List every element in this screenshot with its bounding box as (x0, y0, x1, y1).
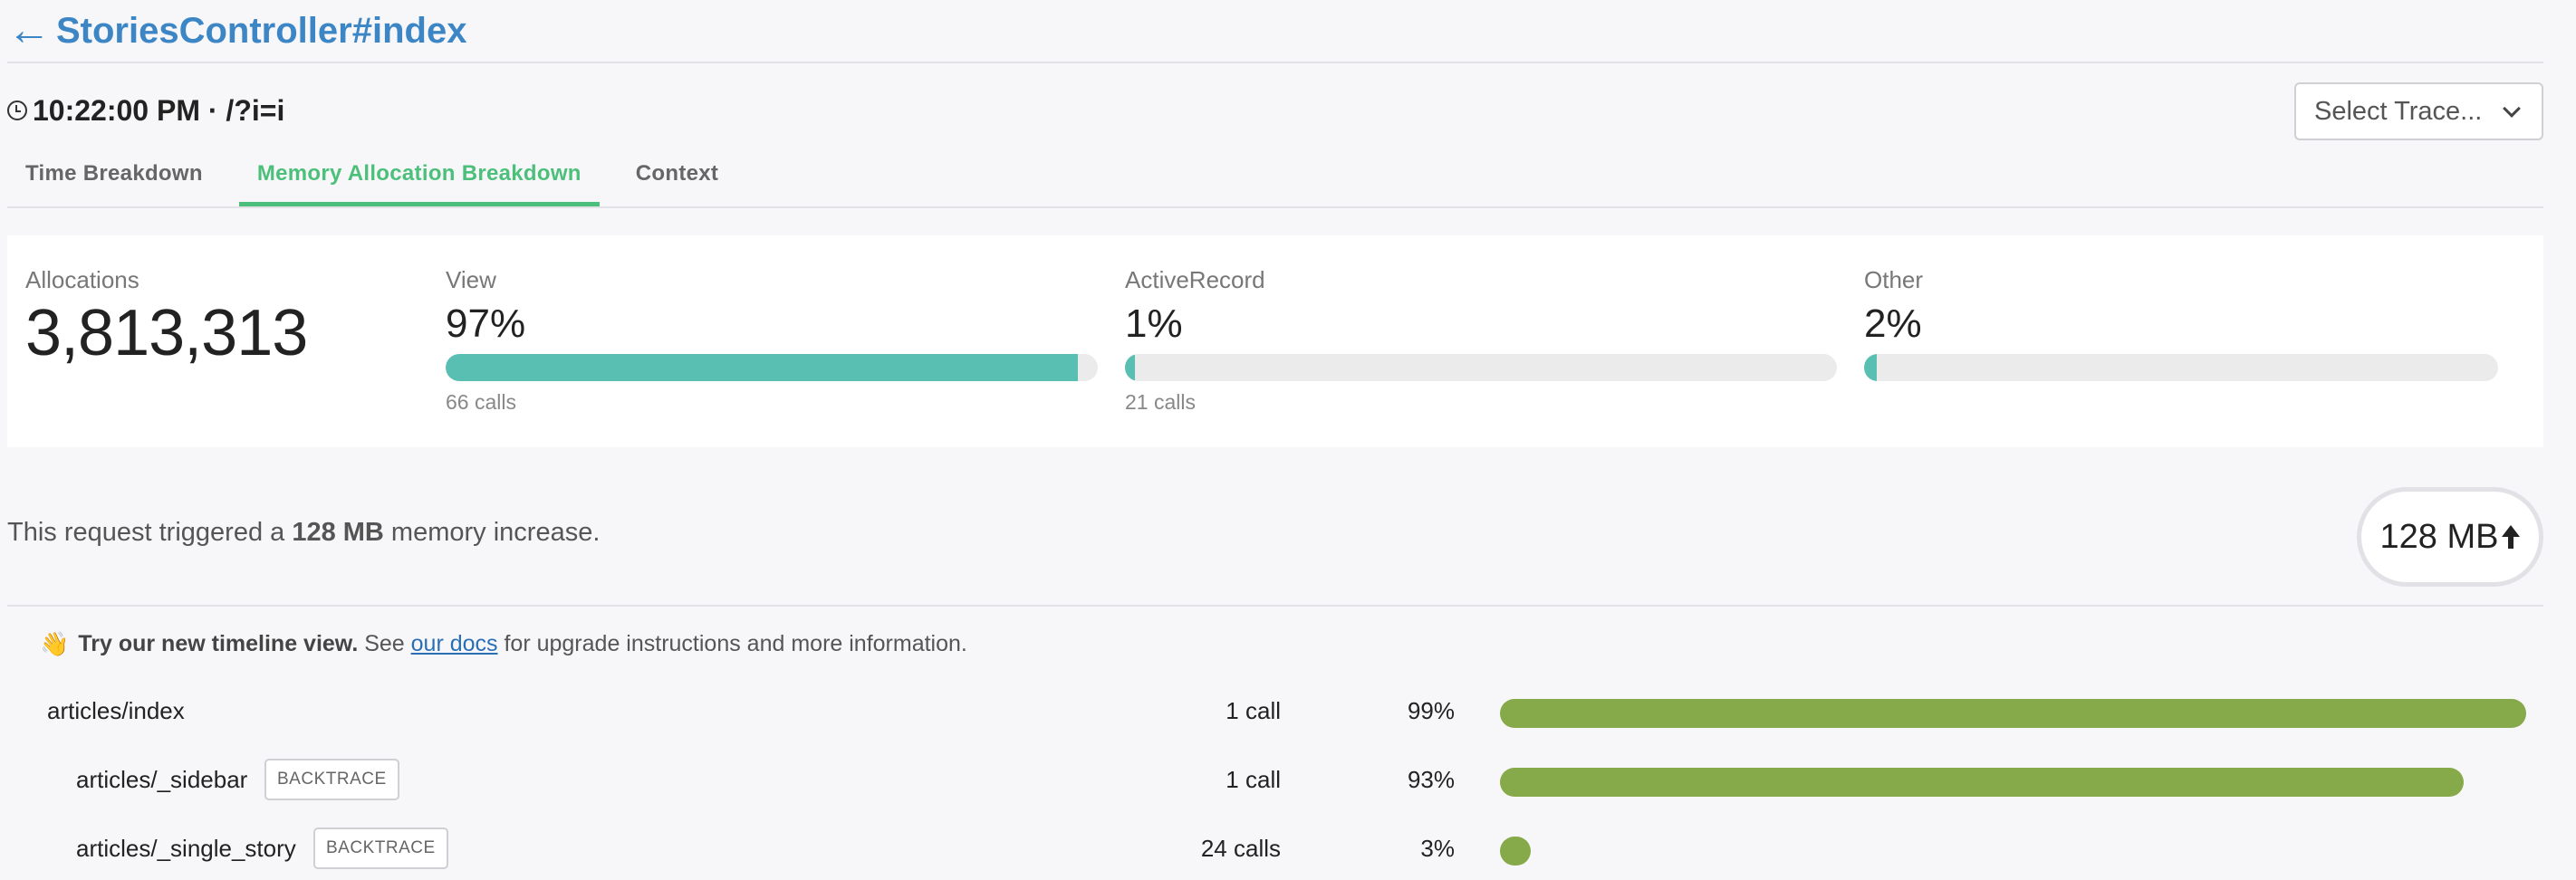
tab-context[interactable]: Context (618, 150, 736, 206)
row-bar (1500, 768, 2464, 797)
allocation-summary: Allocations 3,813,313 View 97% 66 calls … (7, 235, 2543, 447)
category-label: View (446, 266, 496, 293)
arrow-up-icon (2502, 525, 2521, 549)
trace-timestamp-path: 10:22:00 PM · /?i=i (33, 93, 285, 127)
tab-time-breakdown[interactable]: Time Breakdown (7, 150, 221, 206)
memory-increase-badge: 128 MB (2357, 487, 2543, 587)
timeline-notice: 👋 Try our new timeline view. See our doc… (40, 630, 967, 658)
table-row: articles/_single_story BACKTRACE 24 call… (0, 822, 2576, 876)
category-bar-fill (446, 354, 1079, 381)
select-trace-label: Select Trace... (2314, 96, 2483, 126)
memory-prefix: This request triggered a (7, 518, 293, 547)
category-activerecord: ActiveRecord 1% 21 calls (1125, 266, 1837, 415)
category-bar-track (446, 354, 1098, 381)
memory-amount: 128 MB (292, 518, 384, 547)
chevron-down-icon (2503, 100, 2521, 118)
memory-increase-text: This request triggered a 128 MB memory i… (7, 518, 600, 548)
allocations-value: 3,813,313 (25, 297, 308, 369)
category-bar-track (1125, 354, 1837, 381)
category-other: Other 2% (1864, 266, 2498, 390)
category-percent: 1% (1125, 301, 1183, 346)
backtrace-button[interactable]: BACKTRACE (264, 759, 399, 800)
category-label: ActiveRecord (1125, 266, 1265, 293)
tab-bar: Time Breakdown Memory Allocation Breakdo… (7, 150, 755, 206)
page-title[interactable]: StoriesController#index (56, 11, 466, 52)
divider (7, 62, 2543, 63)
page-header: ← StoriesController#index (7, 5, 466, 56)
back-arrow-icon[interactable]: ← (7, 9, 51, 53)
category-bar-track (1864, 354, 2498, 381)
row-percent: 93% (1407, 766, 1455, 793)
notice-see: See (358, 631, 411, 656)
row-percent: 99% (1407, 697, 1455, 724)
category-bar-fill (1864, 354, 1877, 381)
table-row: articles/_sidebar BACKTRACE 1 call 93% (0, 753, 2576, 808)
memory-badge-value: 128 MB (2379, 517, 2499, 556)
row-name: articles/_single_story (76, 835, 296, 862)
row-calls: 24 calls (1200, 835, 1281, 862)
category-percent: 2% (1864, 301, 1922, 346)
tabs-divider (7, 206, 2543, 208)
row-name: articles/index (47, 697, 185, 724)
allocations-label: Allocations (25, 266, 139, 293)
notice-bold: Try our new timeline view. (78, 631, 359, 656)
category-percent: 97% (446, 301, 526, 346)
category-view: View 97% 66 calls (446, 266, 1098, 415)
row-percent: 3% (1420, 835, 1455, 862)
category-calls: 21 calls (1125, 390, 1196, 414)
row-calls: 1 call (1226, 766, 1281, 793)
memory-suffix: memory increase. (383, 518, 601, 547)
select-trace-dropdown[interactable]: Select Trace... (2294, 82, 2543, 140)
row-bar (1500, 699, 2526, 728)
tab-memory-allocation-breakdown[interactable]: Memory Allocation Breakdown (238, 150, 600, 206)
row-name: articles/_sidebar (76, 766, 248, 793)
allocations-stat: Allocations 3,813,313 (25, 266, 308, 370)
memory-divider (7, 605, 2543, 607)
category-calls: 66 calls (446, 390, 516, 414)
table-row: articles/index 1 call 99% (0, 684, 2576, 739)
notice-rest: for upgrade instructions and more inform… (497, 631, 967, 656)
waving-hand-icon: 👋 (40, 630, 70, 657)
row-bar (1500, 837, 1532, 866)
row-calls: 1 call (1226, 697, 1281, 724)
category-label: Other (1864, 266, 1924, 293)
docs-link[interactable]: our docs (411, 631, 498, 656)
category-bar-fill (1125, 354, 1135, 381)
clock-icon (7, 100, 27, 120)
trace-meta: 10:22:00 PM · /?i=i (7, 89, 284, 132)
backtrace-button[interactable]: BACKTRACE (313, 827, 448, 869)
